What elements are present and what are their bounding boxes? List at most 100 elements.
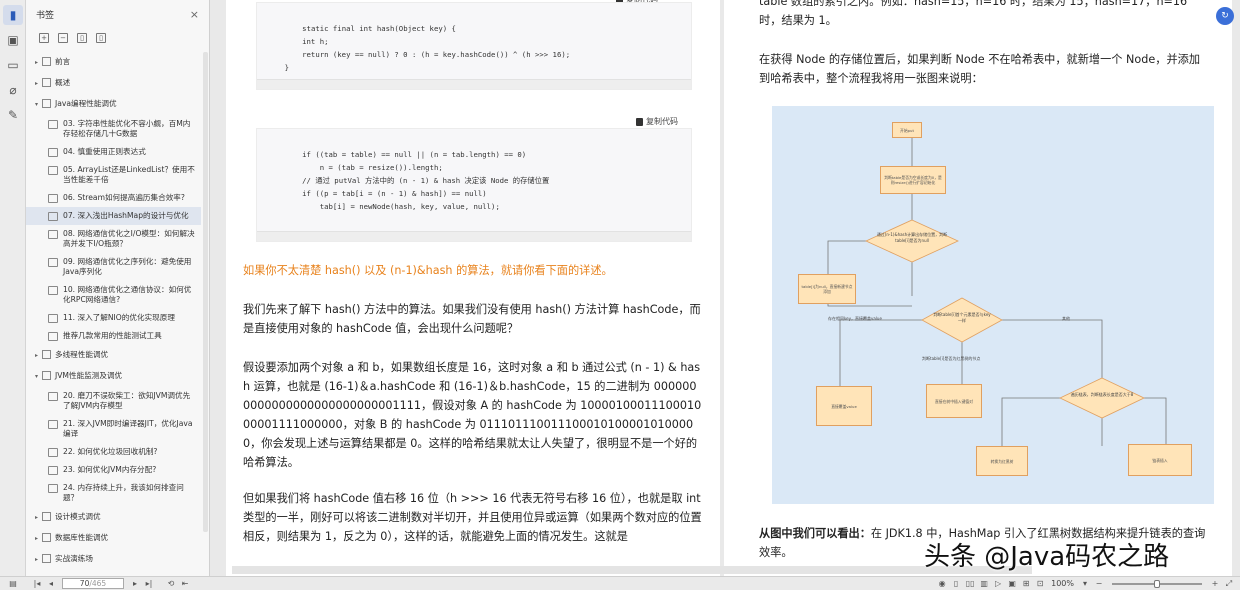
code-block-putval: if ((tab = table) == null || (n = tab.le…: [256, 128, 692, 242]
single-page-icon[interactable]: ▯: [949, 578, 963, 590]
back-icon[interactable]: ⇤: [178, 578, 192, 590]
bookmark-label: 数据库性能调优: [55, 533, 109, 542]
bookmark-label: 07. 深入浅出HashMap的设计与优化: [63, 211, 189, 220]
bookmark-page-icon: [42, 350, 51, 359]
paragraph-2: 假设要添加两个对象 a 和 b，如果数组长度是 16，这时对象 a 和 b 通过…: [243, 361, 702, 469]
screenshot-icon[interactable]: ⊡: [1033, 578, 1047, 590]
bookmark-label: 21. 深入JVM即时编译器JIT，优化Java编译: [63, 419, 193, 438]
bookmark-group[interactable]: ▸ 设计模式调优: [26, 507, 201, 528]
code-scrollbar[interactable]: [257, 79, 691, 89]
panel-scrollbar[interactable]: [203, 52, 208, 532]
bookmark-item[interactable]: 23. 如何优化JVM内存分配?: [26, 461, 201, 479]
code-scrollbar[interactable]: [257, 231, 691, 241]
zoom-dropdown-icon[interactable]: ▾: [1078, 578, 1092, 590]
bookmark-item[interactable]: 09. 网络通信优化之序列化：避免使用Java序列化: [26, 253, 201, 281]
play-icon[interactable]: ▷: [991, 578, 1005, 590]
bookmark-item[interactable]: 05. ArrayList还是LinkedList？使用不当性能差千倍: [26, 161, 201, 189]
bookmark-label: 20. 磨刀不误砍柴工：欲知JVM调优先了解JVM内存模型: [63, 391, 191, 410]
bookmark-page-icon: [48, 212, 58, 221]
chevron-right-icon[interactable]: ▸: [35, 58, 42, 68]
last-page-icon[interactable]: ▸|: [142, 578, 156, 590]
panel-toolbar: + − ▯ ▯: [26, 28, 209, 48]
expand-all-icon[interactable]: +: [39, 33, 49, 43]
bookmark-item[interactable]: 22. 如何优化垃圾回收机制?: [26, 443, 201, 461]
chevron-right-icon[interactable]: ▸: [35, 513, 42, 523]
prev-page-icon[interactable]: ◂: [44, 578, 58, 590]
bookmark-item[interactable]: 08. 网络通信优化之I/O模型：如何解决高并发下I/O瓶颈？: [26, 225, 201, 253]
two-page-icon[interactable]: ▯▯: [963, 578, 977, 590]
bookmark-label: 03. 字符串性能优化不容小觑，百M内存轻松存储几十G数据: [63, 119, 191, 138]
sidebar-toggle-icon[interactable]: ▤: [6, 578, 20, 590]
chevron-right-icon[interactable]: ▸: [35, 534, 42, 544]
bookmark-options-icon[interactable]: ▯: [96, 33, 106, 43]
bookmark-group[interactable]: ▾ Java编程性能调优: [26, 94, 201, 115]
add-bookmark-icon[interactable]: ▯: [77, 33, 87, 43]
copy-code-button[interactable]: 复制代码: [636, 116, 678, 127]
chevron-down-icon[interactable]: ▾: [35, 372, 42, 382]
scroll-mode-icon[interactable]: ▥: [977, 578, 991, 590]
comment-icon[interactable]: ▭: [3, 55, 23, 75]
chevron-right-icon[interactable]: ▸: [35, 79, 42, 89]
bookmark-group[interactable]: ▸ 多线程性能调优: [26, 345, 201, 366]
bookmark-item[interactable]: 24. 内存持续上升，我该如何排查问题？: [26, 479, 201, 507]
fit-width-icon[interactable]: ▣: [1005, 578, 1019, 590]
next-page-icon[interactable]: ▸: [128, 578, 142, 590]
paragraph-1: 我们先来了解下 hash() 方法中的算法。如果我们没有使用 hash() 方法…: [243, 303, 701, 335]
bookmark-item[interactable]: 10. 网络通信优化之通信协议：如何优化RPC网络通信?: [26, 281, 201, 309]
assistant-icon[interactable]: ↻: [1216, 7, 1234, 25]
bookmark-group[interactable]: ▾ JVM性能监测及调优: [26, 366, 201, 387]
zoom-level[interactable]: 100%: [1051, 579, 1074, 588]
bookmark-item[interactable]: 11. 深入了解NIO的优化实现原理: [26, 309, 201, 327]
bookmark-icon[interactable]: ▮: [3, 5, 23, 25]
bookmark-group[interactable]: ▸ 概述: [26, 73, 201, 94]
bookmark-page-icon: [48, 166, 58, 175]
page-right: table 数组的索引之内。例如：hash=15，n=16 时，结果为 15；h…: [724, 0, 1232, 576]
fullscreen-icon[interactable]: ⤢: [1222, 578, 1236, 590]
bookmark-page-icon: [48, 484, 58, 493]
bookmark-group[interactable]: ▸ 数据库性能调优: [26, 528, 201, 549]
top-text: table 数组的索引之内。例如：hash=15，n=16 时，结果为 15；h…: [759, 0, 1188, 27]
bookmark-page-icon: [48, 466, 58, 475]
bookmark-group[interactable]: ▸ 实战演练场: [26, 549, 201, 570]
bookmark-label: 概述: [55, 78, 71, 87]
bookmark-item[interactable]: 04. 慎重使用正则表达式: [26, 143, 201, 161]
bookmark-label: 前言: [55, 57, 71, 66]
flow-decision-index: 通过(n-1)&hash计算出存储位置，判断table[i]是否为null: [876, 232, 948, 243]
bookmark-label: 23. 如何优化JVM内存分配?: [63, 465, 157, 474]
collapse-all-icon[interactable]: −: [58, 33, 68, 43]
zoom-slider-knob[interactable]: [1154, 579, 1160, 588]
rotate-icon[interactable]: ⟲: [164, 578, 178, 590]
horizontal-scrollbar[interactable]: [232, 566, 1032, 574]
chevron-down-icon[interactable]: ▾: [35, 100, 42, 110]
fit-page-icon[interactable]: ⊞: [1019, 578, 1033, 590]
chevron-right-icon[interactable]: ▸: [35, 555, 42, 565]
bookmark-item[interactable]: 20. 磨刀不误砍柴工：欲知JVM调优先了解JVM内存模型: [26, 387, 201, 415]
eye-icon[interactable]: ◉: [935, 578, 949, 590]
code-text: if ((tab = table) == null || (n = tab.le…: [302, 150, 550, 211]
page-number-input[interactable]: 70/465: [62, 578, 124, 589]
flow-cover-value: 直接覆盖value: [816, 386, 872, 426]
thumbnail-icon[interactable]: ▣: [3, 30, 23, 50]
attachment-icon[interactable]: ⌀: [3, 80, 23, 100]
page-current: 70: [79, 579, 90, 588]
signature-icon[interactable]: ✎: [3, 105, 23, 125]
bookmark-label: 04. 慎重使用正则表达式: [63, 147, 146, 156]
flow-new-node: table[i]为null，直接新建节点添加: [798, 274, 856, 304]
bookmark-item[interactable]: 06. Stream如何提高遍历集合效率?: [26, 189, 201, 207]
bookmark-item[interactable]: 推荐几款常用的性能测试工具: [26, 327, 201, 345]
close-icon[interactable]: ×: [190, 8, 199, 21]
flow-label-same: 存在相同key，直接覆盖value: [828, 316, 882, 321]
flow-label-other: 其他: [1062, 316, 1070, 321]
zoom-out-icon[interactable]: −: [1092, 578, 1106, 590]
bookmark-page-icon: [42, 78, 51, 87]
chevron-right-icon[interactable]: ▸: [35, 351, 42, 361]
bookmark-group[interactable]: ▸ 前言: [26, 52, 201, 73]
bookmark-item[interactable]: 03. 字符串性能优化不容小觑，百M内存轻松存储几十G数据: [26, 115, 201, 143]
bookmark-page-icon: [48, 332, 58, 341]
first-page-icon[interactable]: |◂: [30, 578, 44, 590]
bookmark-item[interactable]: 07. 深入浅出HashMap的设计与优化: [26, 207, 201, 225]
bookmark-item[interactable]: 21. 深入JVM即时编译器JIT，优化Java编译: [26, 415, 201, 443]
zoom-in-icon[interactable]: +: [1208, 578, 1222, 590]
zoom-slider[interactable]: [1112, 579, 1202, 588]
paragraph-intro: 在获得 Node 的存储位置后，如果判断 Node 不在哈希表中，就新增一个 N…: [759, 53, 1201, 85]
